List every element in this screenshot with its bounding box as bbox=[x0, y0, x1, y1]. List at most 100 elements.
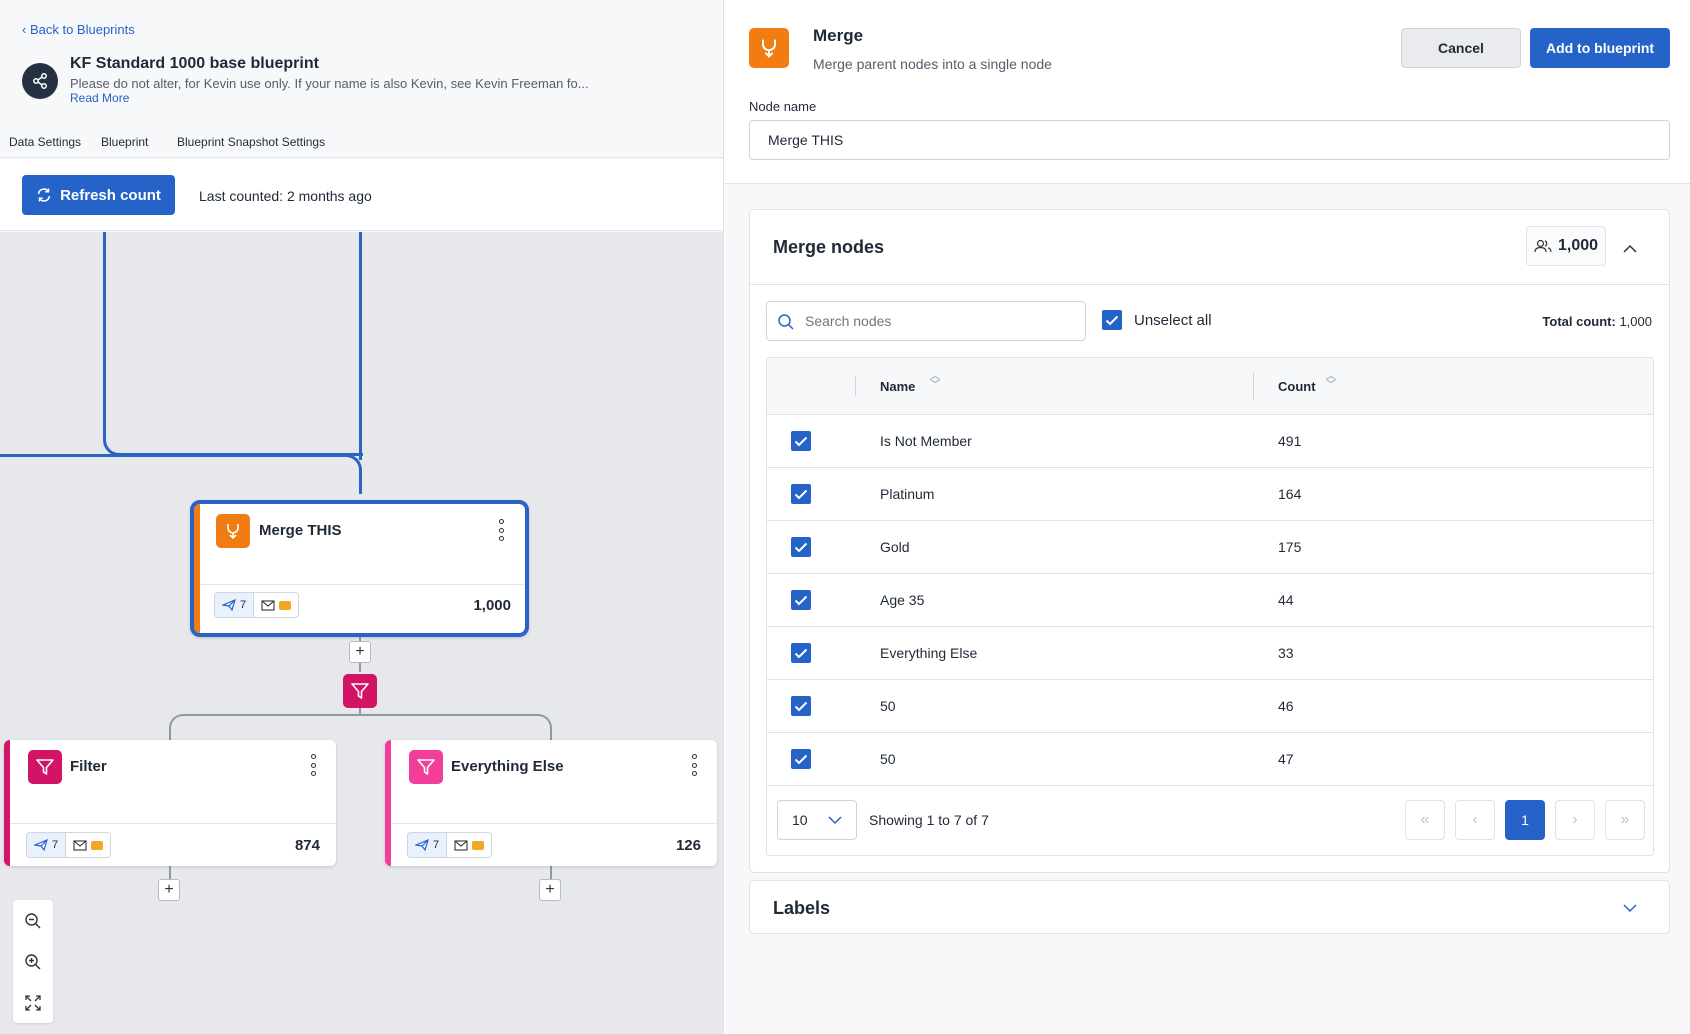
connector-line bbox=[359, 232, 362, 460]
row-name: Gold bbox=[880, 539, 910, 555]
everything-else-node[interactable]: Everything Else 7 126 bbox=[385, 740, 717, 866]
send-chip: 7 bbox=[215, 593, 255, 617]
row-checkbox[interactable] bbox=[791, 643, 811, 663]
row-name: Age 35 bbox=[880, 592, 925, 608]
panel-header: Merge Merge parent nodes into a single n… bbox=[725, 0, 1690, 184]
next-page-icon[interactable]: › bbox=[1555, 800, 1595, 840]
table-header: Name ︿ ﹀ Count ︿ ﹀ bbox=[767, 358, 1653, 414]
table-row[interactable]: Gold 175 bbox=[767, 520, 1653, 573]
node-name-input[interactable] bbox=[749, 120, 1670, 160]
send-chip: 7 bbox=[408, 833, 448, 857]
read-more-link[interactable]: Read More bbox=[70, 91, 129, 105]
row-count: 164 bbox=[1278, 486, 1302, 502]
check-icon bbox=[1105, 315, 1119, 325]
column-divider bbox=[855, 376, 856, 396]
search-nodes-input[interactable] bbox=[805, 306, 1075, 336]
row-name: 50 bbox=[880, 751, 896, 767]
check-icon bbox=[794, 489, 808, 499]
row-checkbox[interactable] bbox=[791, 431, 811, 451]
blueprint-header: ‹ Back to Blueprints KF Standard 1000 ba… bbox=[0, 0, 723, 158]
add-node-button[interactable]: + bbox=[158, 879, 180, 901]
search-icon bbox=[778, 314, 794, 330]
zoom-out-icon[interactable] bbox=[13, 900, 53, 941]
sort-icon[interactable]: ︿ ﹀ bbox=[1326, 372, 1336, 391]
blueprint-description: Please do not alter, for Kevin use only.… bbox=[70, 76, 589, 91]
merge-settings-panel: Merge Merge parent nodes into a single n… bbox=[725, 0, 1690, 1034]
connector-line bbox=[169, 714, 362, 740]
row-checkbox[interactable] bbox=[791, 484, 811, 504]
merge-node[interactable]: Merge THIS 7 1,000 bbox=[190, 500, 529, 637]
blueprint-editor-pane: ‹ Back to Blueprints KF Standard 1000 ba… bbox=[0, 0, 724, 1034]
back-link[interactable]: ‹ Back to Blueprints bbox=[22, 22, 135, 37]
table-row[interactable]: 50 46 bbox=[767, 679, 1653, 732]
pagination-controls: « ‹ 1 › » bbox=[1405, 800, 1645, 840]
tab-data-settings[interactable]: Data Settings bbox=[9, 135, 81, 149]
add-node-button[interactable]: + bbox=[349, 641, 371, 663]
page-size-select[interactable]: 10 bbox=[777, 800, 857, 840]
chevron-up-icon[interactable] bbox=[1618, 236, 1642, 260]
filter-node-count: 874 bbox=[294, 837, 320, 854]
node-channel-chips: 7 bbox=[407, 832, 493, 858]
row-count: 33 bbox=[1278, 645, 1294, 661]
channel-chip bbox=[66, 833, 110, 857]
sort-icon[interactable]: ︿ ﹀ bbox=[930, 372, 940, 391]
merge-icon bbox=[216, 514, 250, 548]
labels-title: Labels bbox=[773, 898, 831, 918]
merge-node-title: Merge THIS bbox=[259, 522, 342, 539]
row-count: 44 bbox=[1278, 592, 1294, 608]
first-page-icon[interactable]: « bbox=[1405, 800, 1445, 840]
blueprint-canvas[interactable]: Merge THIS 7 1,000 + Filter 7 874 + Ever… bbox=[0, 232, 723, 1034]
column-header-count[interactable]: Count ︿ ﹀ bbox=[1278, 372, 1336, 395]
table-row[interactable]: 50 47 bbox=[767, 732, 1653, 785]
row-checkbox[interactable] bbox=[791, 696, 811, 716]
page-button-current[interactable]: 1 bbox=[1505, 800, 1545, 840]
refresh-count-button[interactable]: Refresh count bbox=[22, 175, 175, 215]
zoom-controls bbox=[13, 900, 53, 1023]
last-counted-text: Last counted: 2 months ago bbox=[199, 188, 372, 204]
add-node-button[interactable]: + bbox=[539, 879, 561, 901]
row-name: Is Not Member bbox=[880, 433, 972, 449]
users-icon bbox=[1534, 239, 1552, 253]
node-menu-icon[interactable] bbox=[494, 519, 508, 541]
total-count: Total count: 1,000 bbox=[1542, 314, 1652, 329]
mailbox-icon bbox=[279, 600, 292, 610]
check-icon bbox=[794, 436, 808, 446]
blueprint-title: KF Standard 1000 base blueprint bbox=[70, 55, 319, 72]
column-header-name[interactable]: Name ︿ ﹀ bbox=[880, 372, 940, 395]
zoom-in-icon[interactable] bbox=[13, 941, 53, 982]
filter-icon bbox=[409, 750, 443, 784]
labels-card[interactable]: Labels bbox=[749, 880, 1670, 934]
count-toolbar: Refresh count Last counted: 2 months ago bbox=[0, 159, 723, 231]
tab-blueprint[interactable]: Blueprint bbox=[101, 135, 148, 149]
node-accent-bar bbox=[194, 504, 200, 633]
last-page-icon[interactable]: » bbox=[1605, 800, 1645, 840]
prev-page-icon[interactable]: ‹ bbox=[1455, 800, 1495, 840]
cancel-button[interactable]: Cancel bbox=[1401, 28, 1521, 68]
column-divider bbox=[1253, 372, 1254, 400]
filter-node[interactable]: Filter 7 874 bbox=[4, 740, 336, 866]
filter-icon bbox=[28, 750, 62, 784]
table-row[interactable]: Platinum 164 bbox=[767, 467, 1653, 520]
row-name: Platinum bbox=[880, 486, 935, 502]
refresh-count-label: Refresh count bbox=[60, 186, 161, 204]
check-icon bbox=[794, 701, 808, 711]
node-menu-icon[interactable] bbox=[687, 754, 701, 776]
unselect-all-label[interactable]: Unselect all bbox=[1134, 312, 1212, 329]
tab-blueprint-snapshot-settings[interactable]: Blueprint Snapshot Settings bbox=[177, 135, 325, 149]
node-channel-chips: 7 bbox=[214, 592, 300, 618]
table-row[interactable]: Age 35 44 bbox=[767, 573, 1653, 626]
row-checkbox[interactable] bbox=[791, 537, 811, 557]
row-checkbox[interactable] bbox=[791, 749, 811, 769]
refresh-icon bbox=[37, 188, 51, 202]
fit-view-icon[interactable] bbox=[13, 982, 53, 1023]
node-menu-icon[interactable] bbox=[306, 754, 320, 776]
table-row[interactable]: Everything Else 33 bbox=[767, 626, 1653, 679]
row-checkbox[interactable] bbox=[791, 590, 811, 610]
mail-icon bbox=[261, 599, 275, 611]
unselect-all-checkbox[interactable] bbox=[1102, 310, 1122, 330]
chevron-down-icon[interactable] bbox=[1618, 896, 1642, 920]
merge-nodes-title: Merge nodes bbox=[773, 237, 885, 257]
add-to-blueprint-button[interactable]: Add to blueprint bbox=[1530, 28, 1670, 68]
table-row[interactable]: Is Not Member 491 bbox=[767, 414, 1653, 467]
split-filter-icon[interactable] bbox=[343, 674, 377, 708]
